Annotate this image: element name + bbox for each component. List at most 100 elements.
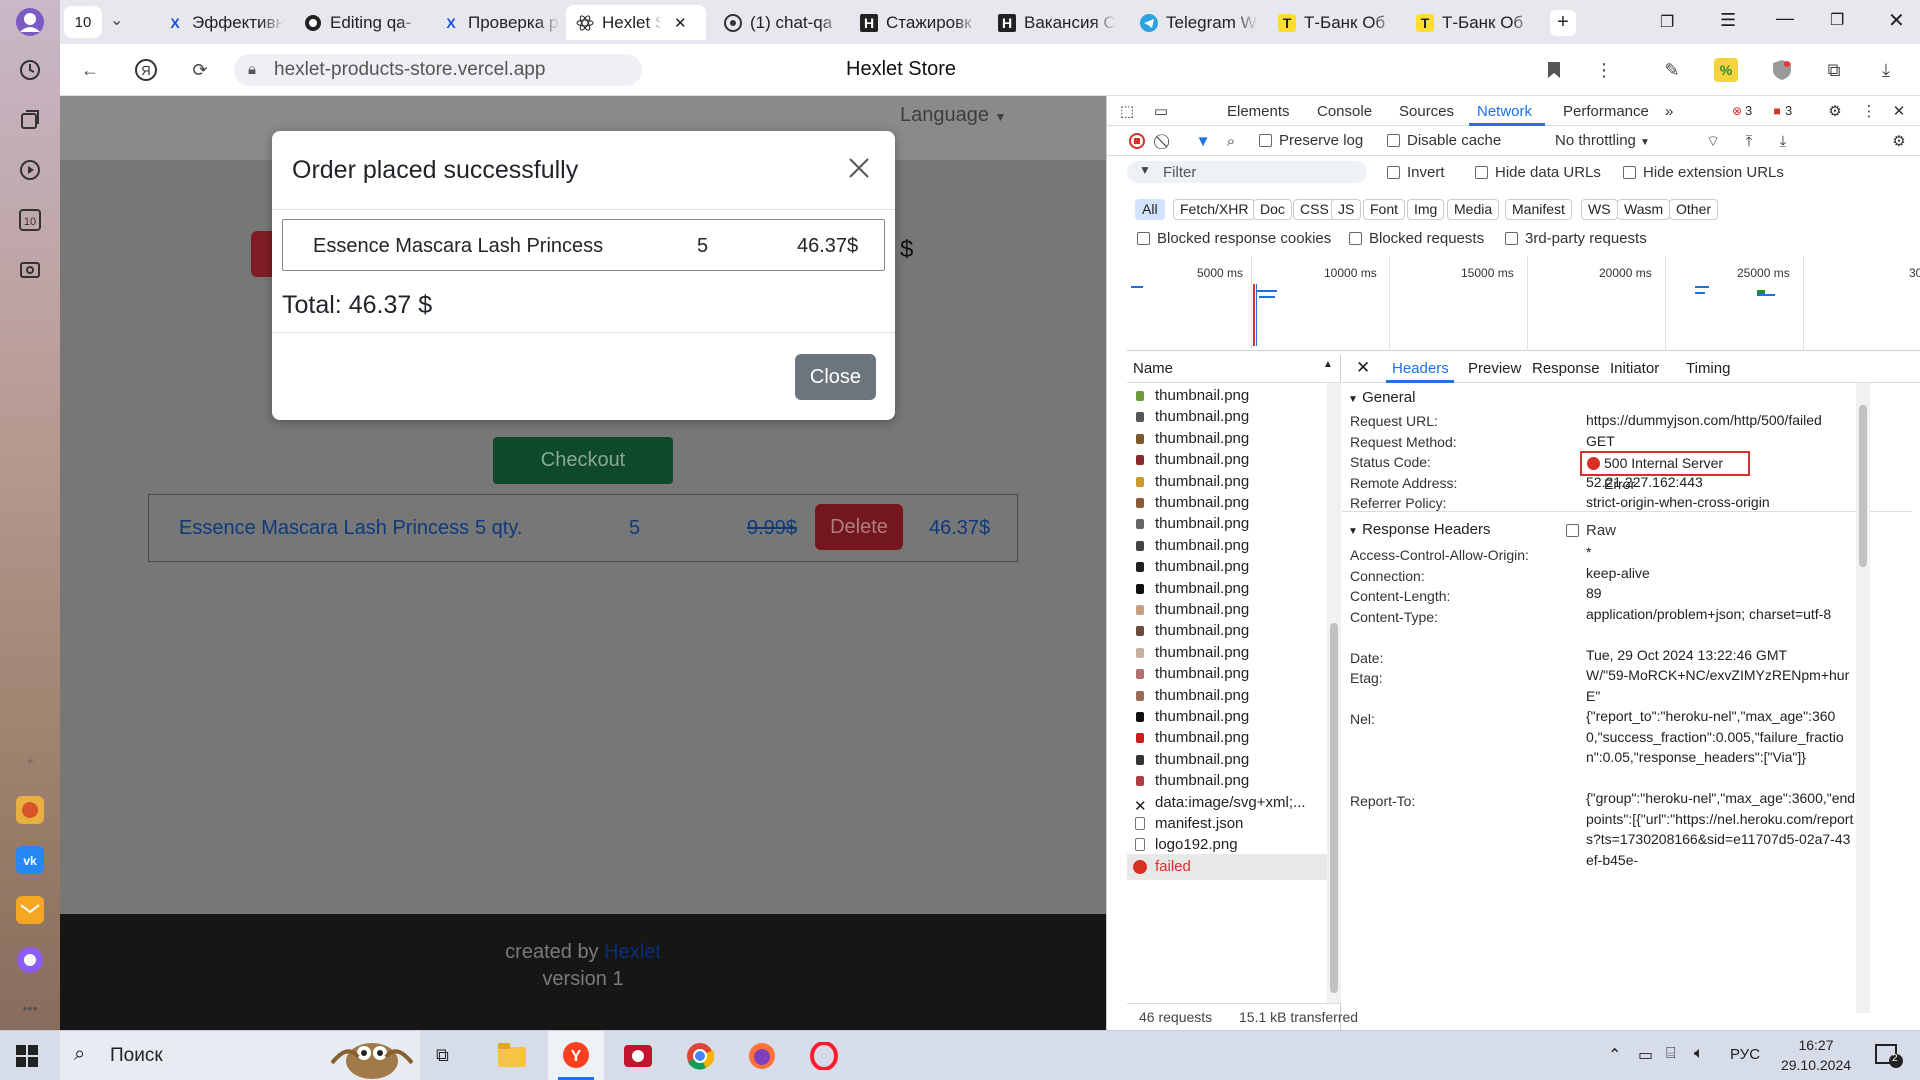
taskbar-search[interactable]: ⌕ Поиск xyxy=(60,1031,420,1080)
inspect-icon[interactable]: ⬚ xyxy=(1117,101,1137,121)
record-stop-icon[interactable] xyxy=(1127,131,1147,151)
cart-item-name[interactable]: Essence Mascara Lash Princess xyxy=(179,517,469,540)
general-section-toggle[interactable]: ▼ General xyxy=(1348,389,1415,406)
alice-icon[interactable] xyxy=(14,944,46,976)
settings-gear-icon[interactable]: ⚙ xyxy=(1825,101,1845,121)
url-field[interactable]: 🔒︎ hexlet-products-store.vercel.app xyxy=(234,54,642,86)
new-tab-button[interactable]: + xyxy=(1550,10,1576,36)
filter-icon[interactable]: ▼ xyxy=(1193,131,1213,151)
clock[interactable]: 16:27 29.10.2024 xyxy=(1772,1035,1860,1075)
language-dropdown[interactable]: Language ▼ xyxy=(900,104,1006,127)
tab-performance[interactable]: Performance xyxy=(1563,103,1649,120)
filter-input[interactable]: ▼ Filter xyxy=(1127,161,1367,183)
type-filter-font[interactable]: Font xyxy=(1363,199,1406,220)
battery-icon[interactable]: ▭ xyxy=(1638,1045,1653,1065)
tab-5[interactable]: (1) chat-qa xyxy=(714,5,860,40)
volume-icon[interactable]: 🔈︎ xyxy=(1694,1045,1704,1063)
video-icon[interactable] xyxy=(14,154,46,186)
close-detail-icon[interactable]: ✕ xyxy=(1356,358,1370,378)
warning-icon[interactable]: ■ xyxy=(1767,101,1787,121)
pen-icon[interactable]: ✎ xyxy=(1658,56,1686,84)
request-row[interactable]: failed xyxy=(1127,853,1327,880)
network-settings-icon[interactable]: ⚙ xyxy=(1889,131,1909,151)
input-language[interactable]: РУС xyxy=(1730,1046,1760,1063)
task-view-icon[interactable]: ⧉ xyxy=(436,1045,449,1066)
type-filter-doc[interactable]: Doc xyxy=(1253,199,1292,220)
tab-8[interactable]: Telegram W xyxy=(1130,5,1276,40)
request-list-scrollbar[interactable] xyxy=(1327,383,1341,1003)
type-filter-img[interactable]: Img xyxy=(1407,199,1445,220)
tab-elements[interactable]: Elements xyxy=(1227,103,1290,120)
mail-icon[interactable] xyxy=(14,894,46,926)
preserve-log-checkbox[interactable]: Preserve log xyxy=(1259,132,1363,149)
more-tabs-icon[interactable]: » xyxy=(1665,103,1673,120)
detail-tab-preview[interactable]: Preview xyxy=(1468,360,1521,377)
third-party-checkbox[interactable]: 3rd-party requests xyxy=(1505,230,1647,247)
tab-2[interactable]: Editing qa- xyxy=(294,5,440,40)
type-filter-media[interactable]: Media xyxy=(1447,199,1500,220)
wifi-icon[interactable]: ⌔ xyxy=(1703,131,1723,151)
profile-avatar-icon[interactable] xyxy=(14,6,46,38)
detail-tab-headers[interactable]: Headers xyxy=(1392,360,1449,377)
more-vertical-icon[interactable]: ⋮ xyxy=(1590,56,1618,84)
response-headers-toggle[interactable]: ▼ Response Headers xyxy=(1348,521,1491,538)
type-filter-js[interactable]: JS xyxy=(1331,199,1362,220)
restore-icon[interactable]: ❐ xyxy=(1830,10,1844,30)
type-filter-css[interactable]: CSS xyxy=(1293,199,1336,220)
bookmark-icon[interactable] xyxy=(1540,56,1568,84)
network-icon[interactable]: ⌸ xyxy=(1666,1045,1676,1063)
firefox-icon[interactable] xyxy=(748,1042,776,1070)
detail-tab-initiator[interactable]: Initiator xyxy=(1610,360,1659,377)
detail-tab-response[interactable]: Response xyxy=(1532,360,1600,377)
checkout-button[interactable]: Checkout xyxy=(493,437,673,484)
close-button[interactable]: Close xyxy=(795,354,876,400)
add-panel-icon[interactable]: + xyxy=(14,744,46,776)
disable-cache-checkbox[interactable]: Disable cache xyxy=(1387,132,1501,149)
close-devtools-icon[interactable]: ✕ xyxy=(1889,101,1909,121)
close-window-icon[interactable]: ✕ xyxy=(1888,8,1905,33)
throttling-select[interactable]: No throttling ▼ xyxy=(1555,132,1650,149)
tab-network[interactable]: Network xyxy=(1477,103,1532,120)
download-icon[interactable]: ⤓ xyxy=(1773,131,1793,151)
reload-icon[interactable]: ⟳ xyxy=(186,56,214,84)
recorder-icon[interactable] xyxy=(624,1043,652,1069)
name-header[interactable]: Name ▲ xyxy=(1127,355,1341,383)
opera-icon[interactable] xyxy=(810,1042,838,1070)
detail-tab-timing[interactable]: Timing xyxy=(1686,360,1730,377)
tab-1[interactable]: X Эффективн xyxy=(156,5,302,40)
more-icon[interactable]: ••• xyxy=(14,992,46,1024)
upload-icon[interactable]: ⤒ xyxy=(1739,131,1759,151)
type-filter-fetch[interactable]: Fetch/XHR xyxy=(1173,199,1256,220)
hexlet-link[interactable]: Hexlet xyxy=(604,941,661,963)
yandex-browser-taskbar-icon[interactable]: Y xyxy=(548,1031,604,1080)
file-explorer-icon[interactable] xyxy=(498,1043,526,1067)
tab-counter-icon[interactable]: 10 xyxy=(14,204,46,236)
close-icon[interactable] xyxy=(846,155,872,181)
back-icon[interactable]: ← xyxy=(76,56,104,84)
clear-icon[interactable]: ⃠ xyxy=(1155,131,1175,151)
type-filter-manifest[interactable]: Manifest xyxy=(1505,199,1572,220)
screenshot-icon[interactable] xyxy=(14,254,46,286)
more-vertical-icon[interactable]: ⋮ xyxy=(1859,101,1879,121)
shield-icon[interactable] xyxy=(1768,56,1796,84)
hide-data-urls-checkbox[interactable]: Hide data URLs xyxy=(1475,164,1601,181)
menu-icon[interactable]: ☰ xyxy=(1720,10,1736,31)
type-filter-wasm[interactable]: Wasm xyxy=(1617,199,1671,220)
tab-4-active[interactable]: Hexlet S ✕ xyxy=(566,5,706,40)
notifications-icon[interactable]: 2 xyxy=(1874,1043,1904,1069)
error-icon[interactable]: ⊗ xyxy=(1727,101,1747,121)
chevron-down-icon[interactable]: ⌄ xyxy=(110,10,123,30)
close-tab-icon[interactable]: ✕ xyxy=(674,14,687,32)
tab-6[interactable]: H Стажировк xyxy=(850,5,996,40)
collections-icon[interactable] xyxy=(14,104,46,136)
windows-start-icon[interactable] xyxy=(16,1045,38,1067)
type-filter-all[interactable]: All xyxy=(1135,199,1165,220)
vk-icon[interactable]: vk xyxy=(14,844,46,876)
app-orange-icon[interactable] xyxy=(14,794,46,826)
invert-checkbox[interactable]: Invert xyxy=(1387,164,1445,181)
type-filter-other[interactable]: Other xyxy=(1669,199,1719,220)
download-icon[interactable]: ⤓ xyxy=(1872,56,1900,84)
tab-console[interactable]: Console xyxy=(1317,103,1372,120)
tab-manager-icon[interactable]: ❐ xyxy=(1660,12,1674,32)
tab-9[interactable]: T Т-Банк Об xyxy=(1268,5,1414,40)
